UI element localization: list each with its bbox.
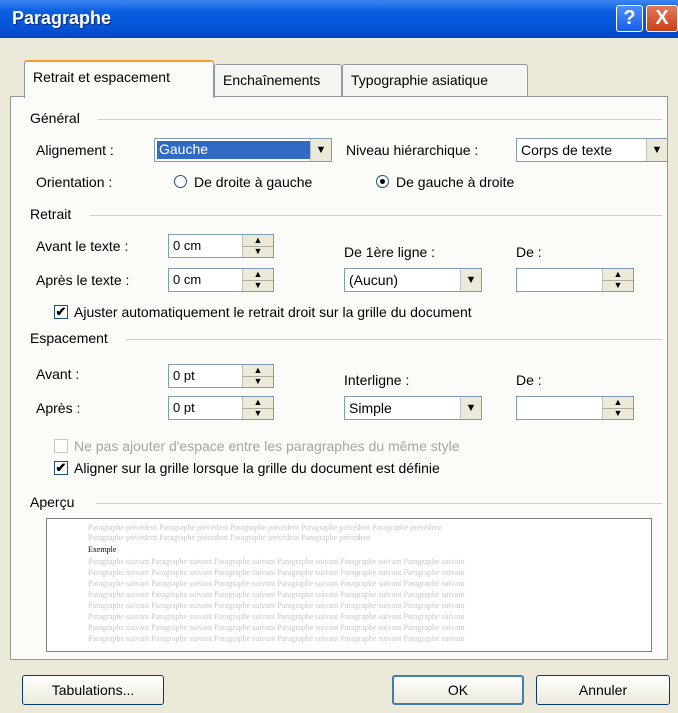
- line-spacing-at-label: De :: [516, 372, 542, 388]
- spacing-after-value: 0 pt: [173, 400, 195, 415]
- alignment-value: Gauche: [157, 141, 311, 159]
- preview-following-line: Paragraphe suivant Paragraphe suivant Pa…: [88, 568, 465, 577]
- indent-after-label: Après le texte :: [36, 272, 130, 288]
- outline-level-label: Niveau hiérarchique :: [346, 142, 479, 158]
- line-spacing-at-spinner[interactable]: ▲ ▼: [516, 396, 634, 420]
- line-spacing-label: Interligne :: [344, 372, 410, 388]
- auto-adjust-checkbox[interactable]: ✔: [54, 305, 68, 319]
- snap-grid-checkbox[interactable]: ✔: [54, 461, 68, 475]
- tab-label: Enchaînements: [223, 72, 321, 88]
- tab-retrait-espacement[interactable]: Retrait et espacement: [24, 60, 214, 98]
- line-spacing-select[interactable]: Simple ▼: [344, 396, 482, 420]
- spinner-buttons[interactable]: ▲ ▼: [242, 269, 273, 291]
- tab-typographie-asiatique[interactable]: Typographie asiatique: [342, 64, 528, 96]
- preview-following-line: Paragraphe suivant Paragraphe suivant Pa…: [88, 634, 465, 643]
- title-bar[interactable]: Paragraphe ? X: [0, 0, 678, 38]
- alignment-label: Alignement :: [36, 142, 114, 158]
- chevron-down-icon[interactable]: ▼: [646, 139, 667, 161]
- preview-following-line: Paragraphe suivant Paragraphe suivant Pa…: [88, 612, 465, 621]
- indent-by-spinner[interactable]: ▲ ▼: [516, 268, 634, 292]
- help-icon[interactable]: ?: [616, 5, 643, 32]
- outline-level-select[interactable]: Corps de texte ▼: [516, 138, 668, 162]
- divider: [126, 339, 662, 340]
- indent-before-spinner[interactable]: 0 cm ▲ ▼: [168, 234, 274, 258]
- divider: [90, 215, 662, 216]
- no-space-checkbox[interactable]: [54, 439, 68, 453]
- orientation-ltr-radio[interactable]: [376, 175, 389, 188]
- tab-enchainements[interactable]: Enchaînements: [214, 64, 342, 96]
- alignment-select[interactable]: Gauche ▼: [154, 138, 332, 162]
- spacing-before-value: 0 pt: [173, 368, 195, 383]
- chevron-down-icon[interactable]: ▼: [310, 139, 331, 161]
- spin-down-icon[interactable]: ▼: [603, 280, 633, 291]
- spacing-before-label: Avant :: [36, 366, 80, 382]
- orientation-rtl-label[interactable]: De droite à gauche: [194, 174, 312, 190]
- chevron-down-icon[interactable]: ▼: [460, 269, 481, 291]
- spinner-buttons[interactable]: ▲ ▼: [602, 397, 633, 419]
- cancel-button[interactable]: Annuler: [536, 675, 670, 705]
- section-preview: Aperçu: [30, 494, 75, 510]
- spacing-after-label: Après :: [36, 400, 81, 416]
- tabulations-button[interactable]: Tabulations...: [22, 675, 164, 705]
- preview-example-line: Exemple: [88, 545, 117, 554]
- preview-previous-line: Paragraphe précédent Paragraphe précéden…: [88, 533, 371, 542]
- section-general: Général: [30, 110, 80, 126]
- outline-level-value: Corps de texte: [521, 142, 613, 158]
- preview-following-line: Paragraphe suivant Paragraphe suivant Pa…: [88, 601, 465, 610]
- preview-following-line: Paragraphe suivant Paragraphe suivant Pa…: [88, 623, 465, 632]
- first-line-select[interactable]: (Aucun) ▼: [344, 268, 482, 292]
- first-line-value: (Aucun): [349, 272, 399, 288]
- spin-down-icon[interactable]: ▼: [243, 280, 273, 291]
- spinner-buttons[interactable]: ▲ ▼: [242, 397, 273, 419]
- spinner-buttons[interactable]: ▲ ▼: [242, 235, 273, 257]
- preview-following-line: Paragraphe suivant Paragraphe suivant Pa…: [88, 590, 465, 599]
- no-space-label: Ne pas ajouter d'espace entre les paragr…: [74, 438, 460, 454]
- spinner-buttons[interactable]: ▲ ▼: [602, 269, 633, 291]
- section-indent: Retrait: [30, 206, 72, 222]
- spinner-buttons[interactable]: ▲ ▼: [242, 365, 273, 387]
- preview-following-line: Paragraphe suivant Paragraphe suivant Pa…: [88, 579, 465, 588]
- indent-before-label: Avant le texte :: [36, 238, 129, 254]
- section-spacing: Espacement: [30, 330, 108, 346]
- close-icon[interactable]: X: [646, 5, 678, 32]
- preview-following-line: Paragraphe suivant Paragraphe suivant Pa…: [88, 557, 465, 566]
- spin-down-icon[interactable]: ▼: [243, 246, 273, 257]
- preview-previous-line: Paragraphe précédent Paragraphe précéden…: [88, 523, 442, 532]
- divider: [96, 503, 662, 504]
- tab-label: Retrait et espacement: [33, 69, 170, 85]
- spacing-before-spinner[interactable]: 0 pt ▲ ▼: [168, 364, 274, 388]
- divider: [98, 119, 662, 120]
- dialog-title: Paragraphe: [12, 8, 112, 28]
- indent-after-value: 0 cm: [173, 272, 202, 287]
- indent-before-value: 0 cm: [173, 238, 202, 253]
- chevron-down-icon[interactable]: ▼: [460, 397, 481, 419]
- ok-button[interactable]: OK: [392, 675, 524, 705]
- line-spacing-value: Simple: [349, 400, 392, 416]
- auto-adjust-label[interactable]: Ajuster automatiquement le retrait droit…: [74, 304, 472, 320]
- first-line-label: De 1ère ligne :: [344, 244, 436, 260]
- spin-down-icon[interactable]: ▼: [603, 408, 633, 419]
- paragraph-dialog: Paragraphe ? X Retrait et espacement Enc…: [0, 0, 678, 713]
- indent-by-label: De :: [516, 244, 542, 260]
- spin-down-icon[interactable]: ▼: [243, 408, 273, 419]
- orientation-ltr-label[interactable]: De gauche à droite: [396, 174, 514, 190]
- indent-after-spinner[interactable]: 0 cm ▲ ▼: [168, 268, 274, 292]
- orientation-rtl-radio[interactable]: [174, 175, 187, 188]
- preview-box: Paragraphe précédent Paragraphe précéden…: [46, 518, 652, 652]
- spacing-after-spinner[interactable]: 0 pt ▲ ▼: [168, 396, 274, 420]
- orientation-label: Orientation :: [36, 174, 113, 190]
- radio-dot: [380, 179, 385, 184]
- spin-down-icon[interactable]: ▼: [243, 376, 273, 387]
- snap-grid-label[interactable]: Aligner sur la grille lorsque la grille …: [74, 460, 440, 476]
- tab-label: Typographie asiatique: [351, 72, 488, 88]
